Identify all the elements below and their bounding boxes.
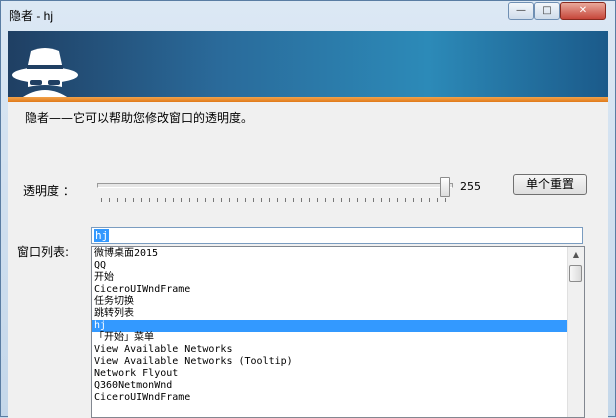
window-list-label: 窗口列表: [17,245,70,259]
app-window: 隐者 - hj — □ ✕ 隐者——它可以帮助您修改窗口的透明度。 透明度 ： … [0,0,616,418]
filter-text: hj [94,229,110,242]
list-item[interactable]: Network Flyout [92,368,568,380]
opacity-slider-track[interactable] [97,183,453,188]
scroll-up-icon[interactable]: ▲ [568,247,584,263]
list-item[interactable]: 跳转列表 [92,308,568,320]
scroll-thumb[interactable] [569,265,582,282]
opacity-label: 透明度 ： [23,184,75,198]
maximize-button[interactable]: □ [534,2,560,20]
window-list[interactable]: 微博桌面2015 QQ 开始 CiceroUIWndFrame 任务切换 跳转列表 hj 「开… [91,246,585,418]
client-area: 隐者——它可以帮助您修改窗口的透明度。 透明度 ： 255 单个重置 窗口列表:… [8,31,608,418]
list-item[interactable]: View Available Networks [92,344,568,356]
list-item[interactable]: View Available Networks (Tooltip) [92,356,568,368]
title-bar[interactable]: 隐者 - hj — □ ✕ [1,1,615,31]
description-text: 隐者——它可以帮助您修改窗口的透明度。 [25,111,254,125]
list-item[interactable]: 「开始」菜单 [92,332,568,344]
list-item[interactable]: QQ [92,260,568,272]
accent-stripe [8,97,608,102]
list-item[interactable]: CiceroUIWndFrame [92,284,568,296]
slider-ticks [101,198,449,202]
list-item[interactable]: 微博桌面2015 [92,248,568,260]
header-banner [8,31,608,99]
window-title: 隐者 - hj [9,9,54,23]
spy-logo-icon [12,48,78,99]
list-scrollbar[interactable]: ▲ [567,247,584,417]
list-item[interactable]: Q360NetmonWnd [92,380,568,392]
opacity-value: 255 [460,180,481,193]
opacity-slider-thumb[interactable] [439,177,450,197]
reset-single-button[interactable]: 单个重置 [513,174,587,195]
list-item[interactable]: 开始 [92,272,568,284]
list-item[interactable]: CiceroUIWndFrame [92,392,568,404]
list-item[interactable]: hj [92,320,568,332]
minimize-button[interactable]: — [508,2,534,20]
list-item[interactable]: 任务切换 [92,296,568,308]
window-filter-input[interactable]: hj [91,227,583,244]
close-button[interactable]: ✕ [560,2,606,20]
